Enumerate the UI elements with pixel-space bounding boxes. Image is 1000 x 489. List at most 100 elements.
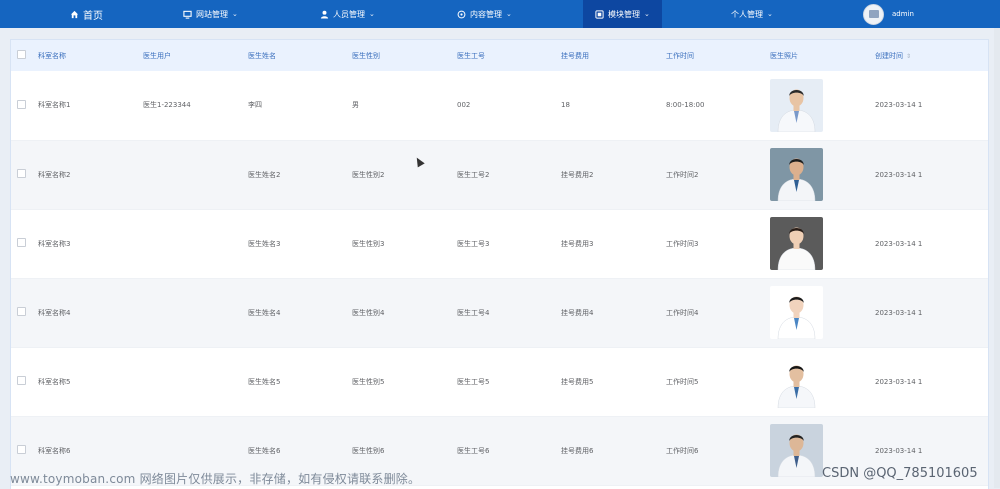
row-checkbox[interactable] [17, 238, 26, 247]
doctor-table-panel: 科室名称 医生用户 医生姓名 医生性别 医生工号 挂号费用 工作时间 医生照片 … [10, 39, 989, 489]
view-reviews-button[interactable]: 查看评论 [989, 315, 990, 326]
watermark-text: www.toymoban.com 网络图片仅供展示，非存储，如有侵权请联系删除。 [10, 472, 421, 486]
table-header: 科室名称 医生用户 医生姓名 医生性别 医生工号 挂号费用 工作时间 医生照片 … [11, 40, 988, 71]
cell-time: 工作时间2 [666, 170, 699, 179]
view-reviews-button[interactable]: 查看评论 [989, 107, 990, 118]
username: admin [892, 10, 914, 18]
col-no[interactable]: 医生工号 [457, 40, 561, 71]
row-checkbox[interactable] [17, 169, 26, 178]
cell-user: 医生1-223344 [143, 101, 191, 110]
cell-gender: 医生性别2 [352, 170, 385, 179]
doctor-photo [770, 355, 823, 408]
cell-no: 医生工号2 [457, 170, 490, 179]
col-gender[interactable]: 医生性别 [352, 40, 457, 71]
detail-button[interactable]: 详情 [989, 231, 990, 244]
view-reviews-button[interactable]: 查看评论 [989, 384, 990, 395]
cell-fee: 挂号费用6 [561, 446, 594, 455]
nav-people-mgmt[interactable]: 人员管理 ⌄ [320, 0, 375, 28]
cell-user [143, 278, 248, 347]
col-name[interactable]: 医生姓名 [248, 40, 352, 71]
cell-no: 医生工号5 [457, 377, 490, 386]
chevron-down-icon: ⌄ [506, 10, 512, 18]
cell-name: 医生姓名4 [248, 308, 281, 317]
col-fee[interactable]: 挂号费用 [561, 40, 666, 71]
row-checkbox[interactable] [17, 99, 26, 109]
nav-site-mgmt-label: 网站管理 [196, 9, 228, 19]
chevron-down-icon: ⌄ [644, 10, 650, 18]
row-checkbox[interactable] [17, 376, 26, 385]
nav-content-mgmt[interactable]: 内容管理 ⌄ [457, 0, 512, 28]
cell-name: 李四 [248, 101, 262, 110]
detail-button[interactable]: 详情 [989, 369, 990, 382]
cell-gender: 医生性别5 [352, 377, 385, 386]
csdn-credit: CSDN @QQ_785101605 [822, 466, 978, 481]
doctor-photo [770, 286, 823, 339]
cell-created: 2023-03-14 1 [875, 377, 923, 386]
cell-time: 工作时间5 [666, 377, 699, 386]
col-dept[interactable]: 科室名称 [38, 40, 143, 71]
nav-home[interactable]: 首页 [70, 0, 103, 28]
cell-fee: 挂号费用5 [561, 377, 594, 386]
table-row[interactable]: 科室名称3 医生姓名3 医生性别3 医生工号3 挂号费用3 工作时间3 2023… [11, 209, 988, 278]
nav-people-mgmt-label: 人员管理 [333, 9, 365, 19]
chevron-down-icon: ⌄ [232, 10, 238, 18]
sort-icon[interactable]: ⇕ [906, 53, 911, 60]
view-reviews-button[interactable]: 查看评论 [989, 453, 990, 464]
cell-no: 002 [457, 101, 471, 110]
cell-dept: 科室名称5 [38, 377, 71, 386]
detail-button[interactable]: 详情 [989, 438, 990, 451]
nav-personal-mgmt[interactable]: 个人管理 ⌄ [731, 0, 773, 28]
cell-fee: 18 [561, 101, 570, 110]
cell-created: 2023-03-14 1 [875, 239, 923, 248]
cell-time: 8:00-18:00 [666, 101, 705, 110]
cell-gender: 医生性别4 [352, 308, 385, 317]
detail-button[interactable]: 详情 [989, 92, 990, 105]
cell-dept: 科室名称4 [38, 308, 71, 317]
col-user[interactable]: 医生用户 [143, 40, 248, 71]
select-all-checkbox[interactable] [17, 50, 26, 59]
cell-dept: 科室名称2 [38, 170, 71, 179]
nav-home-label: 首页 [83, 10, 103, 22]
table-row[interactable]: 科室名称2 医生姓名2 医生性别2 医生工号2 挂号费用2 工作时间2 2023… [11, 140, 988, 209]
view-reviews-button[interactable]: 查看评论 [989, 246, 990, 257]
cell-user [143, 140, 248, 209]
doctor-photo [770, 424, 823, 477]
row-checkbox[interactable] [17, 307, 26, 316]
detail-button[interactable]: 详情 [989, 162, 990, 175]
cell-user [143, 347, 248, 416]
col-photo[interactable]: 医生照片 [770, 40, 875, 71]
detail-button[interactable]: 详情 [989, 300, 990, 313]
cell-gender: 男 [352, 101, 359, 110]
cell-fee: 挂号费用3 [561, 239, 594, 248]
cell-no: 医生工号3 [457, 239, 490, 248]
page-scrollbar[interactable] [994, 28, 1000, 488]
cell-created: 2023-03-14 1 [875, 101, 923, 110]
cell-no: 医生工号6 [457, 446, 490, 455]
cell-dept: 科室名称3 [38, 239, 71, 248]
col-time[interactable]: 工作时间 [666, 40, 770, 71]
content-icon [457, 10, 466, 18]
row-checkbox[interactable] [17, 445, 26, 454]
doctor-photo [770, 148, 823, 201]
doctor-photo [770, 217, 823, 270]
nav-module-mgmt[interactable]: 模块管理 ⌄ [583, 0, 662, 28]
cell-time: 工作时间6 [666, 446, 699, 455]
col-created[interactable]: 创建时间 [875, 52, 903, 60]
user-icon [320, 10, 329, 19]
nav-site-mgmt[interactable]: 网站管理 ⌄ [183, 0, 238, 28]
cell-fee: 挂号费用2 [561, 170, 594, 179]
table-row[interactable]: 科室名称5 医生姓名5 医生性别5 医生工号5 挂号费用5 工作时间5 2023… [11, 347, 988, 416]
cell-name: 医生姓名5 [248, 377, 281, 386]
chevron-down-icon: ⌄ [369, 10, 375, 18]
avatar [863, 3, 884, 25]
cell-dept: 科室名称1 [38, 101, 71, 110]
table-row[interactable]: 科室名称4 医生姓名4 医生性别4 医生工号4 挂号费用4 工作时间4 2023… [11, 278, 988, 347]
module-icon [595, 9, 604, 19]
cell-no: 医生工号4 [457, 308, 490, 317]
cell-fee: 挂号费用4 [561, 308, 594, 317]
view-reviews-button[interactable]: 查看评论 [989, 177, 990, 188]
user-menu[interactable]: admin [863, 0, 914, 28]
cell-time: 工作时间3 [666, 239, 699, 248]
monitor-icon [183, 10, 192, 19]
table-row[interactable]: 科室名称1 医生1-223344 李四 男 002 18 8:00-18:00 … [11, 71, 988, 140]
